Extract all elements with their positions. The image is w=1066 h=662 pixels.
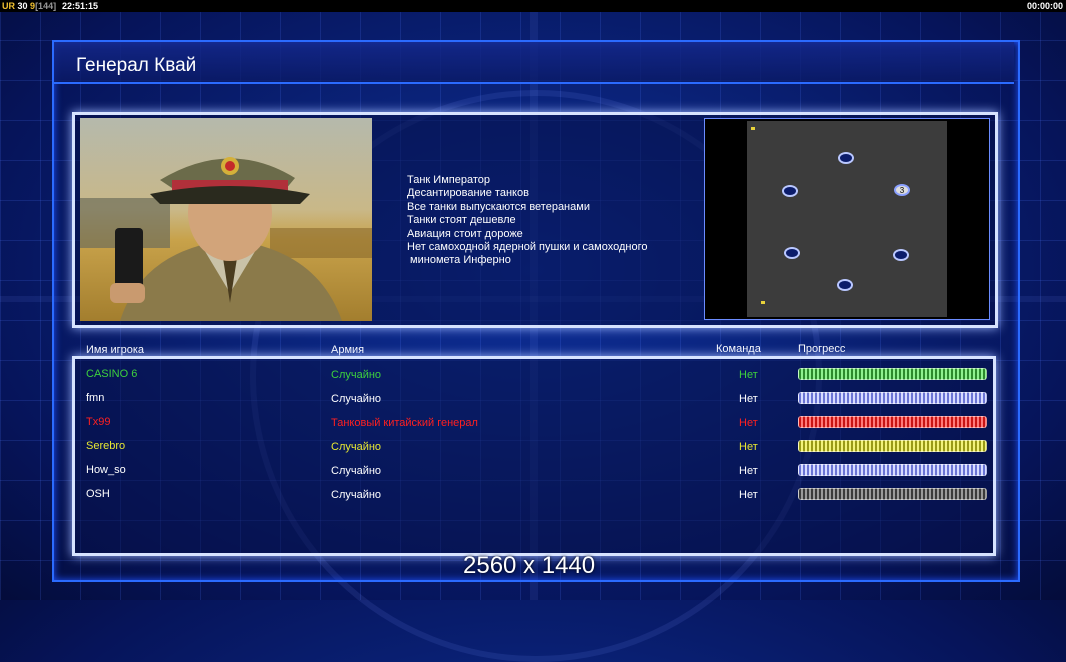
general-features-list: Танк Император Десантирование танков Все… [407,174,647,268]
feature-item: Танки стоят дешевле [407,214,516,227]
status-bar: UR 30 9[144] 22:51:15 00:00:00 [0,0,1066,12]
start-position-spot[interactable] [893,249,909,261]
player-progress-bar [798,416,987,428]
ur-stats: UR 30 9[144] [2,0,56,12]
resolution-watermark: 2560 x 1440 [463,552,596,579]
player-name: Serebro [86,440,126,452]
general-portrait-image [80,157,372,321]
table-row: Serebro Случайно Нет [0,439,1066,459]
feature-item: миномета Инферно [407,254,511,267]
column-header-name: Имя игрока [86,344,145,356]
general-title: Генерал Квай [76,55,197,76]
player-team: Нет [739,417,758,429]
general-portrait [80,118,372,321]
player-progress-bar [798,440,987,452]
table-row: CASINO 6 Случайно Нет [0,367,1066,387]
start-position-spot[interactable] [838,152,854,164]
player-team: Нет [739,441,758,453]
minimap-unit-marker [761,301,765,304]
feature-item: Нет самоходной ядерной пушки и самоходно… [407,241,648,254]
player-name: fmn [86,392,105,404]
player-name: How_so [86,464,126,476]
player-progress-bar [798,464,987,476]
table-row: OSH Случайно Нет [0,487,1066,507]
start-position-spot[interactable] [784,247,800,259]
player-army: Случайно [331,441,382,453]
player-team: Нет [739,369,758,381]
player-army: Случайно [331,489,382,501]
start-position-spot[interactable] [782,185,798,197]
ur-label: UR [2,1,15,11]
column-header-progress: Прогресс [798,343,846,355]
ur-value-c: [144] [35,1,57,11]
minimap-field: 3 [747,121,947,317]
table-row: Tx99 Танковый китайский генерал Нет [0,415,1066,435]
minimap: 3 [704,118,990,320]
column-header-team: Команда [716,343,761,355]
start-position-spot[interactable] [837,279,853,291]
player-army: Случайно [331,465,382,477]
player-name: Tx99 [86,416,111,428]
player-team: Нет [739,489,758,501]
column-header-army: Армия [331,344,365,356]
player-team: Нет [739,465,758,477]
player-army: Случайно [331,369,382,381]
player-army: Танковый китайский генерал [331,417,478,429]
minimap-unit-marker [751,127,755,130]
player-team: Нет [739,393,758,405]
ur-value-a: 30 [17,1,28,11]
player-name: OSH [86,488,110,500]
start-position-spot[interactable]: 3 [894,184,910,196]
game-timer: 00:00:00 [1026,1,1063,11]
player-army: Случайно [331,393,382,405]
feature-item: Десантирование танков [407,187,529,200]
feature-item: Танк Император [407,174,490,186]
table-row: How_so Случайно Нет [0,463,1066,483]
player-progress-bar [798,488,987,500]
table-row: fmn Случайно Нет [0,391,1066,411]
feature-item: Все танки выпускаются ветеранами [407,200,590,213]
player-progress-bar [798,392,987,404]
player-name: CASINO 6 [86,368,138,380]
feature-item: Авиация стоит дороже [407,227,523,240]
player-progress-bar [798,368,987,380]
clock: 22:51:15 [62,1,99,11]
title-bar [54,42,1014,84]
